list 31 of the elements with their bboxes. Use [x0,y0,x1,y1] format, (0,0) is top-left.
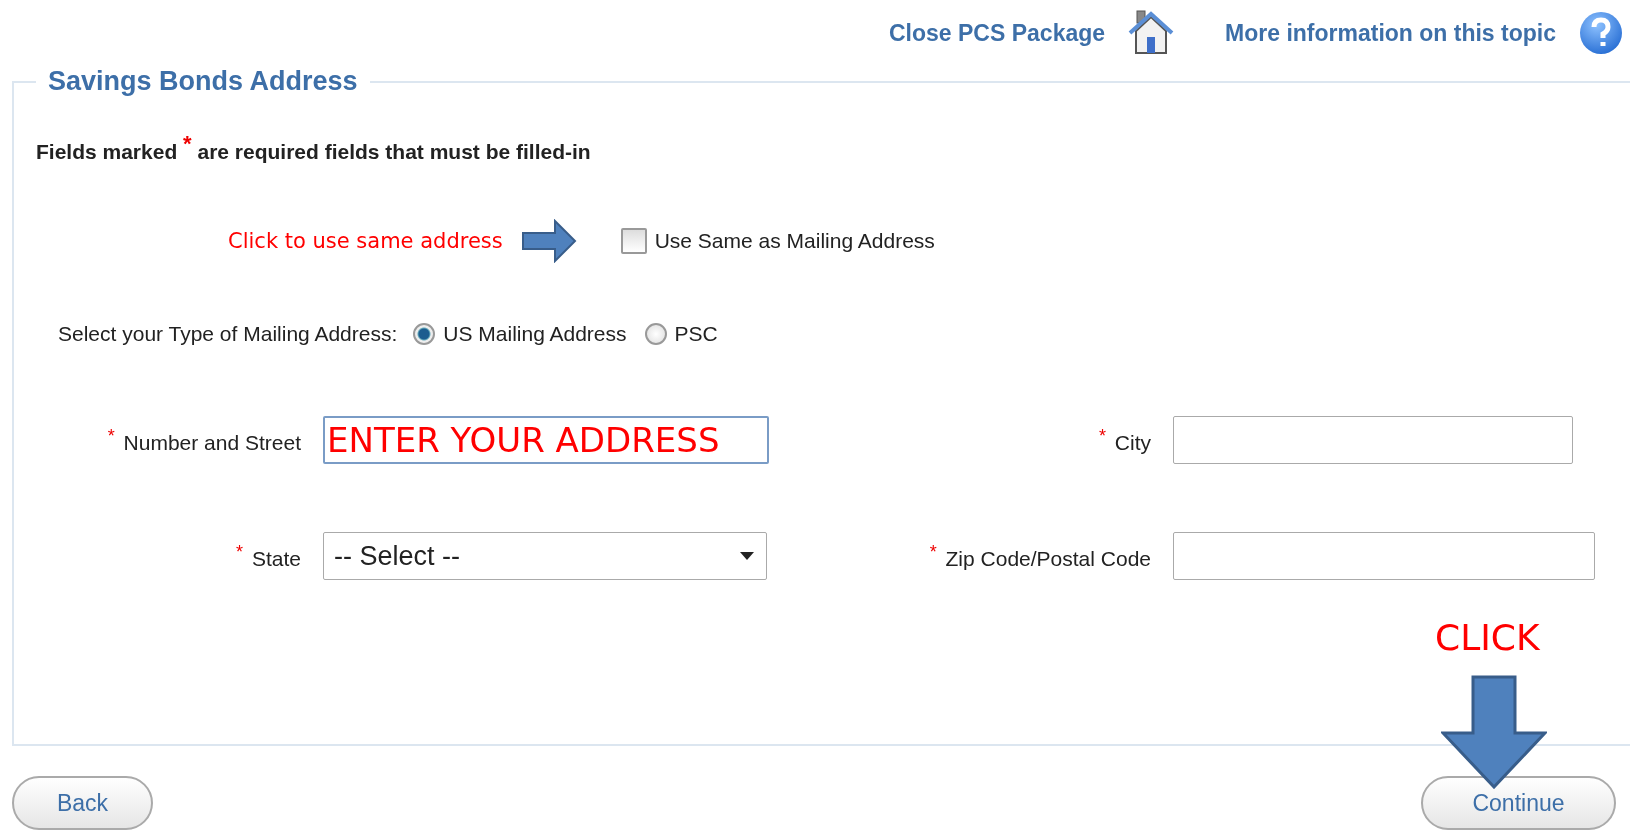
back-button[interactable]: Back [12,776,153,830]
radio-label[interactable]: US Mailing Address [443,322,627,346]
required-mark: * [107,425,115,446]
required-mark: * [929,541,937,562]
field-label: Zip Code/Postal Code [945,546,1151,570]
address-type-label: Select your Type of Mailing Address: [58,322,398,346]
state-dropdown[interactable]: -- Select -- [323,532,767,580]
right-arrow-icon [520,219,577,263]
radio-button[interactable] [413,323,436,345]
field-label: City [1114,430,1151,454]
required-mark: * [236,541,244,562]
help-icon[interactable] [1578,10,1624,56]
down-arrow-icon [1441,675,1547,789]
section-title: Savings Bonds Address [47,66,359,97]
radio-button[interactable] [644,323,667,345]
field-label: State [251,546,301,570]
continue-button[interactable]: Continue [1421,776,1616,830]
required-mark: * [1098,425,1106,446]
caret-icon [740,552,754,560]
callout-text: CLICK [1435,617,1540,658]
radio-label[interactable]: PSC [674,322,718,346]
callout-text: Click to use same address [228,229,503,253]
checkbox[interactable] [620,228,647,254]
text-field[interactable] [1173,416,1573,464]
field-label: Number and Street [123,430,301,454]
more-info-link[interactable]: More information on this topic [1225,19,1556,47]
close-package-link[interactable]: Close PCS Package [889,19,1106,47]
text-field[interactable]: ENTER YOUR ADDRESS [323,416,769,464]
checkbox-label[interactable]: Use Same as Mailing Address [654,229,935,253]
text-field[interactable] [1173,532,1595,580]
home-icon[interactable] [1127,9,1176,57]
